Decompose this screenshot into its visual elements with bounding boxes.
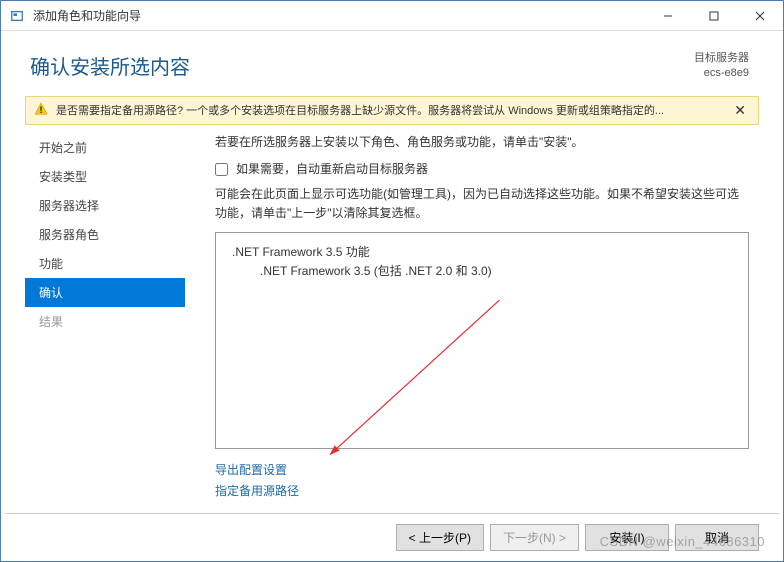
auto-restart-label: 如果需要，自动重新启动目标服务器 bbox=[236, 160, 428, 179]
sidebar-item-features[interactable]: 功能 bbox=[25, 249, 185, 278]
hint-text: 可能会在此页面上显示可选功能(如管理工具)，因为已自动选择这些功能。如果不希望安… bbox=[215, 185, 749, 223]
sidebar-item-before[interactable]: 开始之前 bbox=[25, 133, 185, 162]
main-row: 开始之前 安装类型 服务器选择 服务器角色 功能 确认 结果 若要在所选服务器上… bbox=[5, 133, 779, 513]
feature-parent: .NET Framework 3.5 功能 bbox=[232, 243, 734, 262]
titlebar: 添加角色和功能向导 bbox=[1, 1, 783, 31]
sidebar-item-type[interactable]: 安装类型 bbox=[25, 162, 185, 191]
sidebar-item-results: 结果 bbox=[25, 307, 185, 336]
target-server-info: 目标服务器 ecs-e8e9 bbox=[694, 51, 749, 82]
footer: < 上一步(P) 下一步(N) > 安装(I) 取消 bbox=[5, 513, 779, 561]
feature-list: .NET Framework 3.5 功能 .NET Framework 3.5… bbox=[215, 232, 749, 449]
links-area: 导出配置设置 指定备用源路径 bbox=[215, 459, 749, 503]
prev-button[interactable]: < 上一步(P) bbox=[396, 524, 484, 551]
next-button: 下一步(N) > bbox=[490, 524, 579, 551]
titlebar-title: 添加角色和功能向导 bbox=[33, 7, 645, 24]
target-label: 目标服务器 bbox=[694, 51, 749, 66]
page-title: 确认安装所选内容 bbox=[30, 51, 694, 82]
main-panel: 若要在所选服务器上安装以下角色、角色服务或功能，请单击"安装"。 如果需要，自动… bbox=[185, 133, 759, 503]
sidebar-item-confirm[interactable]: 确认 bbox=[25, 278, 185, 307]
sidebar: 开始之前 安装类型 服务器选择 服务器角色 功能 确认 结果 bbox=[25, 133, 185, 503]
wizard-window: 添加角色和功能向导 确认安装所选内容 目标服务器 ecs-e8e9 是否需要指定… bbox=[0, 0, 784, 562]
warning-icon bbox=[34, 102, 48, 119]
warning-bar: 是否需要指定备用源路径? 一个或多个安装选项在目标服务器上缺少源文件。服务器将尝… bbox=[25, 96, 759, 125]
app-icon bbox=[9, 8, 25, 24]
cancel-button[interactable]: 取消 bbox=[675, 524, 759, 551]
content-area: 确认安装所选内容 目标服务器 ecs-e8e9 是否需要指定备用源路径? 一个或… bbox=[1, 31, 783, 561]
header: 确认安装所选内容 目标服务器 ecs-e8e9 bbox=[5, 31, 779, 92]
auto-restart-row: 如果需要，自动重新启动目标服务器 bbox=[215, 160, 749, 179]
intro-text: 若要在所选服务器上安装以下角色、角色服务或功能，请单击"安装"。 bbox=[215, 133, 749, 152]
install-button[interactable]: 安装(I) bbox=[585, 524, 669, 551]
maximize-button[interactable] bbox=[691, 1, 737, 31]
export-config-link[interactable]: 导出配置设置 bbox=[215, 461, 749, 480]
sidebar-item-server[interactable]: 服务器选择 bbox=[25, 191, 185, 220]
minimize-button[interactable] bbox=[645, 1, 691, 31]
warning-close-button[interactable]: ✕ bbox=[730, 102, 750, 119]
specify-source-link[interactable]: 指定备用源路径 bbox=[215, 482, 749, 501]
titlebar-controls bbox=[645, 1, 783, 31]
feature-child: .NET Framework 3.5 (包括 .NET 2.0 和 3.0) bbox=[260, 262, 734, 281]
target-value: ecs-e8e9 bbox=[694, 66, 749, 81]
sidebar-item-roles[interactable]: 服务器角色 bbox=[25, 220, 185, 249]
auto-restart-checkbox[interactable] bbox=[215, 163, 228, 176]
close-button[interactable] bbox=[737, 1, 783, 31]
warning-text: 是否需要指定备用源路径? 一个或多个安装选项在目标服务器上缺少源文件。服务器将尝… bbox=[56, 102, 722, 118]
